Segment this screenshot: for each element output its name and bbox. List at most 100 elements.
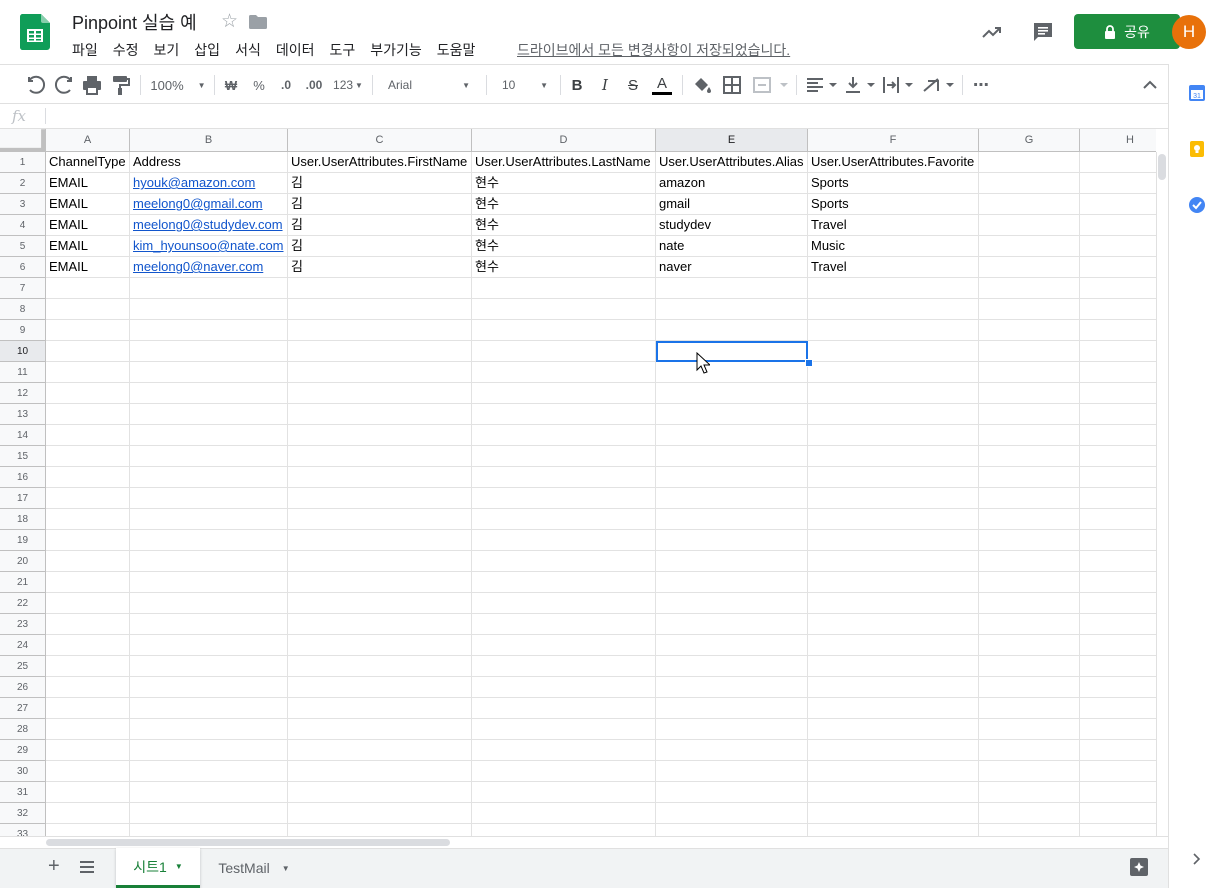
cell-f21[interactable] [808, 572, 979, 593]
horizontal-scroll-thumb[interactable] [46, 839, 450, 846]
cell-d27[interactable] [472, 698, 656, 719]
calendar-icon[interactable]: 31 [1188, 84, 1206, 102]
cell-g29[interactable] [979, 740, 1080, 761]
cell-c15[interactable] [288, 446, 472, 467]
cell-c6[interactable]: 김 [288, 257, 472, 278]
cell-d13[interactable] [472, 404, 656, 425]
cell-a14[interactable] [46, 425, 130, 446]
cell-b18[interactable] [130, 509, 288, 530]
row-header[interactable]: 23 [0, 614, 46, 635]
email-link[interactable]: kim_hyounsoo@nate.com [133, 238, 284, 253]
cell-e12[interactable] [656, 383, 808, 404]
cell-h32[interactable] [1080, 803, 1156, 824]
cell-h22[interactable] [1080, 593, 1156, 614]
row-header[interactable]: 26 [0, 677, 46, 698]
strikethrough-button[interactable]: S [624, 73, 642, 97]
menu-insert[interactable]: 삽입 [194, 40, 220, 60]
cell-b8[interactable] [130, 299, 288, 320]
cell-a1[interactable]: ChannelType [46, 152, 130, 173]
cell-h13[interactable] [1080, 404, 1156, 425]
cell-c8[interactable] [288, 299, 472, 320]
cell-c26[interactable] [288, 677, 472, 698]
save-status[interactable]: 드라이브에서 모든 변경사항이 저장되었습니다. [517, 40, 790, 60]
cell-f24[interactable] [808, 635, 979, 656]
cell-g10[interactable] [979, 341, 1080, 362]
fill-handle[interactable] [805, 359, 813, 367]
cell-f26[interactable] [808, 677, 979, 698]
cell-h20[interactable] [1080, 551, 1156, 572]
cell-c5[interactable]: 김 [288, 236, 472, 257]
cell-g19[interactable] [979, 530, 1080, 551]
redo-icon[interactable] [52, 73, 76, 97]
row-header[interactable]: 17 [0, 488, 46, 509]
selected-cell[interactable] [656, 341, 808, 362]
more-formats-button[interactable]: 123 ▼ [332, 73, 364, 97]
cell-e5[interactable]: nate [656, 236, 808, 257]
cell-b19[interactable] [130, 530, 288, 551]
cell-h24[interactable] [1080, 635, 1156, 656]
cell-d22[interactable] [472, 593, 656, 614]
cell-a22[interactable] [46, 593, 130, 614]
cell-h11[interactable] [1080, 362, 1156, 383]
cell-a26[interactable] [46, 677, 130, 698]
column-header-g[interactable]: G [979, 129, 1080, 152]
email-link[interactable]: meelong0@gmail.com [133, 196, 263, 211]
sheets-logo[interactable] [20, 14, 50, 50]
cell-f30[interactable] [808, 761, 979, 782]
cell-g4[interactable] [979, 215, 1080, 236]
cell-g33[interactable] [979, 824, 1080, 836]
cell-c29[interactable] [288, 740, 472, 761]
cell-f10[interactable] [808, 341, 979, 362]
cell-h25[interactable] [1080, 656, 1156, 677]
text-color-button[interactable]: A [651, 73, 673, 97]
cell-e19[interactable] [656, 530, 808, 551]
cell-d1[interactable]: User.UserAttributes.LastName [472, 152, 656, 173]
cell-b28[interactable] [130, 719, 288, 740]
cell-b29[interactable] [130, 740, 288, 761]
cell-c11[interactable] [288, 362, 472, 383]
row-header[interactable]: 27 [0, 698, 46, 719]
row-header[interactable]: 33 [0, 824, 46, 836]
row-header[interactable]: 30 [0, 761, 46, 782]
borders-icon[interactable] [720, 73, 744, 97]
font-select[interactable]: Arial ▼ [380, 73, 478, 97]
cell-b10[interactable] [130, 341, 288, 362]
cell-h4[interactable] [1080, 215, 1156, 236]
cell-e3[interactable]: gmail [656, 194, 808, 215]
cell-f8[interactable] [808, 299, 979, 320]
cell-e13[interactable] [656, 404, 808, 425]
cell-h8[interactable] [1080, 299, 1156, 320]
cell-e17[interactable] [656, 488, 808, 509]
cell-f33[interactable] [808, 824, 979, 836]
tasks-icon[interactable] [1188, 196, 1206, 214]
cell-h30[interactable] [1080, 761, 1156, 782]
cell-g17[interactable] [979, 488, 1080, 509]
cell-g13[interactable] [979, 404, 1080, 425]
sheet-tab-testmail[interactable]: TestMail ▼ [206, 848, 302, 888]
cell-a16[interactable] [46, 467, 130, 488]
folder-icon[interactable] [249, 15, 267, 29]
cell-c27[interactable] [288, 698, 472, 719]
cell-a11[interactable] [46, 362, 130, 383]
row-header[interactable]: 7 [0, 278, 46, 299]
row-header[interactable]: 29 [0, 740, 46, 761]
trend-icon[interactable] [980, 20, 1004, 44]
cell-b33[interactable] [130, 824, 288, 836]
cell-h23[interactable] [1080, 614, 1156, 635]
cell-g12[interactable] [979, 383, 1080, 404]
menu-file[interactable]: 파일 [72, 40, 98, 60]
collapse-icon[interactable] [1138, 73, 1162, 97]
cell-b4[interactable]: meelong0@studydev.com [130, 215, 288, 236]
cell-d5[interactable]: 현수 [472, 236, 656, 257]
cell-g32[interactable] [979, 803, 1080, 824]
cell-c32[interactable] [288, 803, 472, 824]
percent-button[interactable]: % [250, 73, 268, 97]
cell-d16[interactable] [472, 467, 656, 488]
cell-b14[interactable] [130, 425, 288, 446]
cell-b27[interactable] [130, 698, 288, 719]
cell-b24[interactable] [130, 635, 288, 656]
cell-c1[interactable]: User.UserAttributes.FirstName [288, 152, 472, 173]
cell-a12[interactable] [46, 383, 130, 404]
cell-f22[interactable] [808, 593, 979, 614]
cell-h10[interactable] [1080, 341, 1156, 362]
